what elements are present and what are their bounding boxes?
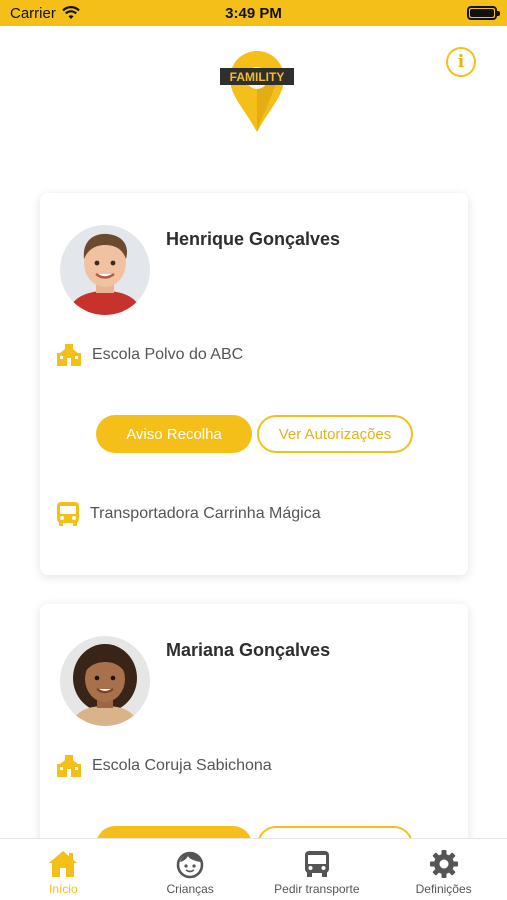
school-name: Escola Polvo do ABC	[92, 346, 244, 363]
tab-label: Crianças	[166, 882, 214, 896]
aviso-recolha-button[interactable]: Aviso Recolha	[96, 415, 252, 453]
transport-name: Transportadora Carrinha Mágica	[90, 505, 321, 522]
tab-definicoes[interactable]: Definições	[380, 839, 507, 900]
tab-pedir-transporte[interactable]: Pedir transporte	[254, 839, 381, 900]
status-left: Carrier	[10, 5, 80, 22]
avatar	[60, 636, 150, 726]
tab-inicio[interactable]: Início	[0, 839, 127, 900]
carrier-label: Carrier	[10, 4, 56, 22]
bus-icon	[304, 851, 329, 877]
ver-autorizacoes-button[interactable]: Ver Autorizações	[257, 415, 413, 453]
school-icon	[57, 344, 81, 366]
wifi-icon	[62, 6, 80, 19]
child-name: Henrique Gonçalves	[166, 229, 341, 249]
school-icon	[57, 755, 81, 777]
battery-icon	[467, 6, 500, 20]
tab-criancas[interactable]: Crianças	[127, 839, 254, 900]
bus-icon	[57, 502, 79, 526]
logo-text: FAMILITY	[230, 70, 285, 84]
child-face-icon	[176, 851, 204, 879]
child-name: Mariana Gonçalves	[166, 640, 331, 660]
info-icon: i	[457, 52, 465, 72]
school-name: Escola Coruja Sabichona	[92, 757, 272, 774]
famility-logo: FAMILITY	[220, 51, 294, 132]
tab-label: Pedir transporte	[274, 882, 360, 896]
tab-label: Definições	[415, 882, 472, 896]
avatar	[60, 225, 150, 315]
status-time: 3:49 PM	[225, 4, 282, 22]
gear-icon	[429, 850, 458, 878]
home-icon	[49, 851, 78, 877]
child-card: Henrique Gonçalves Escola Polvo do ABC A…	[40, 193, 468, 575]
status-bar: Carrier 3:49 PM	[0, 0, 507, 26]
school-row: Escola Coruja Sabichona	[56, 754, 272, 778]
info-button[interactable]: i	[446, 47, 476, 77]
school-row: Escola Polvo do ABC	[56, 343, 243, 367]
tab-bar: Início Crianças Pedir transporte Definiç…	[0, 838, 507, 900]
transport-row: Transportadora Carrinha Mágica	[56, 501, 321, 527]
tab-label: Início	[49, 882, 78, 896]
